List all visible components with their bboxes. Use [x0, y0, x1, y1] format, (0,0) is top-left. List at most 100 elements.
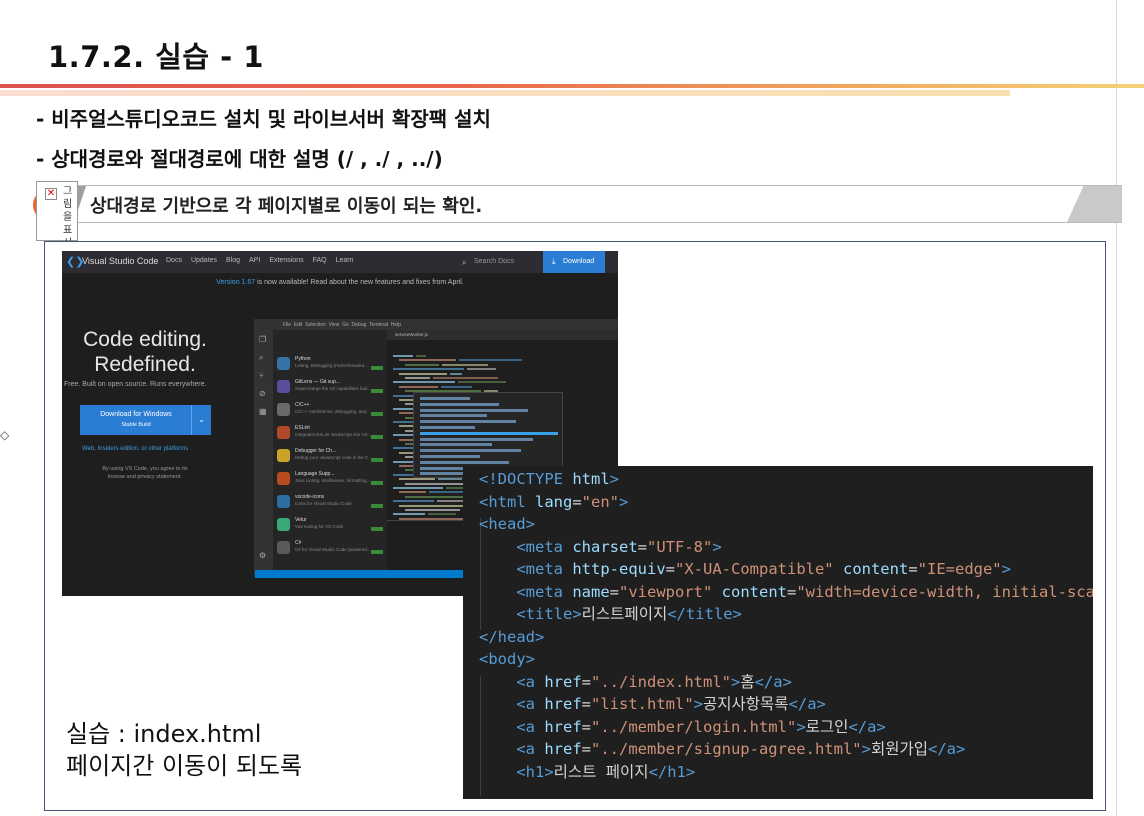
extension-desc: Java Linting, Intellisense, formatting,.…	[295, 478, 372, 483]
extension-item[interactable]: ESLint Integrates ESLint JavaScript into …	[273, 423, 387, 443]
extension-desc: C# for Visual Studio Code (powered...	[295, 547, 371, 552]
install-badge	[371, 389, 383, 393]
extension-name: ESLint	[295, 425, 310, 431]
mini-code-line	[393, 353, 618, 366]
editor-activity-bar: ❐ ⌕ ⑂ ⊘ ▦ ⚙	[255, 330, 273, 570]
code-line: <meta charset="UTF-8">	[516, 537, 722, 556]
code-editor-panel: <!DOCTYPE html> <html lang="en"> <head> <m…	[463, 466, 1093, 799]
nav-link-updates[interactable]: Updates	[191, 257, 217, 264]
suggestion-item	[420, 460, 509, 464]
debug-icon: ⊘	[259, 389, 266, 398]
extension-item[interactable]: vscode-icons Icons for Visual Studio Code	[273, 492, 387, 512]
search-placeholder: Search Docs	[474, 258, 515, 265]
bullet-install: - 비주얼스튜디오코드 설치 및 라이브서버 확장팩 설치	[36, 107, 491, 131]
extension-icon	[277, 426, 290, 439]
code-line: <a href="../index.html">홈</a>	[516, 672, 792, 691]
nav-link-docs[interactable]: Docs	[166, 257, 182, 264]
extension-desc: C/C++ IntelliSense, debugging, and...	[295, 409, 370, 414]
suggestion-item	[420, 397, 470, 400]
extension-name: vscode-icons	[295, 494, 325, 500]
suggestion-item	[420, 443, 492, 447]
extension-icon	[277, 380, 290, 393]
caption-line2: 페이지간 이동이 되도록	[66, 752, 303, 780]
chevron-down-icon[interactable]: ⌄	[191, 405, 211, 435]
extension-desc: Integrates ESLint JavaScript into VS...	[295, 432, 372, 437]
search-icon: ⌕	[259, 353, 264, 362]
mini-code-line	[393, 357, 618, 371]
vscode-search-input[interactable]: ⌕ Search Docs	[456, 254, 540, 270]
code-line: <!DOCTYPE html>	[479, 470, 620, 488]
extension-item[interactable]: C/C++ C/C++ IntelliSense, debugging, and.…	[273, 400, 387, 420]
install-badge	[371, 458, 383, 462]
extension-item[interactable]: Debugger for Ch... Debug your JavaScript …	[273, 446, 387, 466]
code-line: <title>리스트페이지</title>	[516, 605, 742, 623]
broken-image-icon: ✕	[45, 188, 57, 200]
version-banner-text: is now available! Read about the new fea…	[255, 279, 464, 286]
suggestion-item	[420, 420, 516, 424]
slide-title: 1.7.2. 실습 - 1	[48, 40, 264, 74]
bullet-paths: - 상대경로와 절대경로에 대한 설명 (/ , ./ , ../)	[36, 147, 443, 171]
extension-item[interactable]: Python Linting, Debugging (multi-threaded…	[273, 354, 387, 374]
exercise-caption: 실습 : index.html 페이지간 이동이 되도록	[66, 718, 302, 782]
editor-titlebar: File Edit Selection View Go Debug Termin…	[255, 320, 618, 330]
suggestion-item	[420, 431, 558, 435]
banner-text: 상대경로 기반으로 각 페이지별로 이동이 되는 확인.	[90, 196, 483, 217]
mini-code-line	[393, 375, 618, 388]
vscode-download-button[interactable]: ⤓ Download	[543, 251, 605, 273]
mini-code-line	[393, 344, 618, 357]
extension-desc: Vue tooling for VS Code	[295, 524, 344, 529]
title-underline	[0, 84, 1144, 88]
code-line: <body>	[479, 650, 535, 668]
code-line: <meta http-equiv="X-UA-Compatible" conte…	[516, 560, 1011, 578]
nav-link-learn[interactable]: Learn	[336, 257, 354, 264]
suggestion-item	[420, 402, 499, 406]
version-link[interactable]: Version 1.67	[216, 279, 255, 286]
download-icon: ⤓	[552, 257, 556, 266]
suggestion-item	[420, 414, 487, 418]
nav-link-faq[interactable]: FAQ	[313, 257, 327, 264]
code-line: <meta name="viewport" content="width=dev…	[516, 582, 1093, 601]
code-line: <a href="../member/login.html">로그인</a>	[516, 717, 886, 736]
code-line: </head>	[479, 627, 545, 646]
extension-item[interactable]: C# C# for Visual Studio Code (powered...	[273, 538, 387, 558]
headline-line1: Code editing.	[83, 328, 207, 351]
suggestion-item	[420, 449, 521, 453]
left-edge-glyph: ◇	[0, 428, 10, 442]
extension-icon	[277, 495, 290, 508]
other-platforms-link[interactable]: Web, Insiders edition, or other platform…	[82, 446, 188, 452]
extension-icon	[277, 449, 290, 462]
mini-code-line	[393, 348, 618, 362]
extension-desc: Linting, Debugging (multi-threaded...	[295, 363, 368, 368]
install-badge	[371, 527, 383, 531]
extension-name: Python	[295, 356, 311, 362]
vscode-version-banner: Version 1.67 is now available! Read abou…	[62, 279, 618, 286]
banner-right-accent	[1067, 186, 1122, 222]
nav-link-blog[interactable]: Blog	[226, 257, 240, 264]
code-line: <a href="../member/signup-agree.html">회원…	[516, 740, 966, 758]
mini-code-line	[393, 379, 618, 393]
extension-icon	[277, 518, 290, 531]
extension-item[interactable]: GitLens — Git sup... Supercharge the Git …	[273, 377, 387, 397]
install-badge	[371, 435, 383, 439]
files-icon: ❐	[259, 335, 267, 344]
extension-item[interactable]: Vetur Vue tooling for VS Code	[273, 515, 387, 535]
download-windows-button[interactable]: Download for Windows Stable Build ⌄	[80, 405, 211, 435]
vscode-nav-links: Docs Updates Blog API Extensions FAQ Learn	[166, 257, 363, 264]
extension-name: Language Supp...	[295, 471, 335, 477]
suggestion-item	[420, 455, 480, 458]
nav-link-extensions[interactable]: Extensions	[269, 257, 303, 264]
nav-link-api[interactable]: API	[249, 257, 260, 264]
extension-item[interactable]: Language Supp... Java Linting, Intellisen…	[273, 469, 387, 489]
download-windows-line1: Download for Windows	[100, 411, 172, 418]
extension-icon	[277, 541, 290, 554]
mini-code-line	[393, 384, 618, 397]
gear-icon: ⚙	[259, 551, 267, 560]
extension-desc: Debug your JavaScript code in the C...	[295, 455, 373, 460]
extension-desc: Supercharge the Git capabilities buil...	[295, 386, 371, 391]
extensions-panel: Python Linting, Debugging (multi-threaded…	[273, 330, 387, 570]
code-line: <h1>리스트 페이지</h1>	[516, 762, 696, 781]
install-badge	[371, 504, 383, 508]
mini-code-line	[393, 370, 618, 384]
extension-icon	[277, 472, 290, 485]
install-badge	[371, 550, 383, 554]
